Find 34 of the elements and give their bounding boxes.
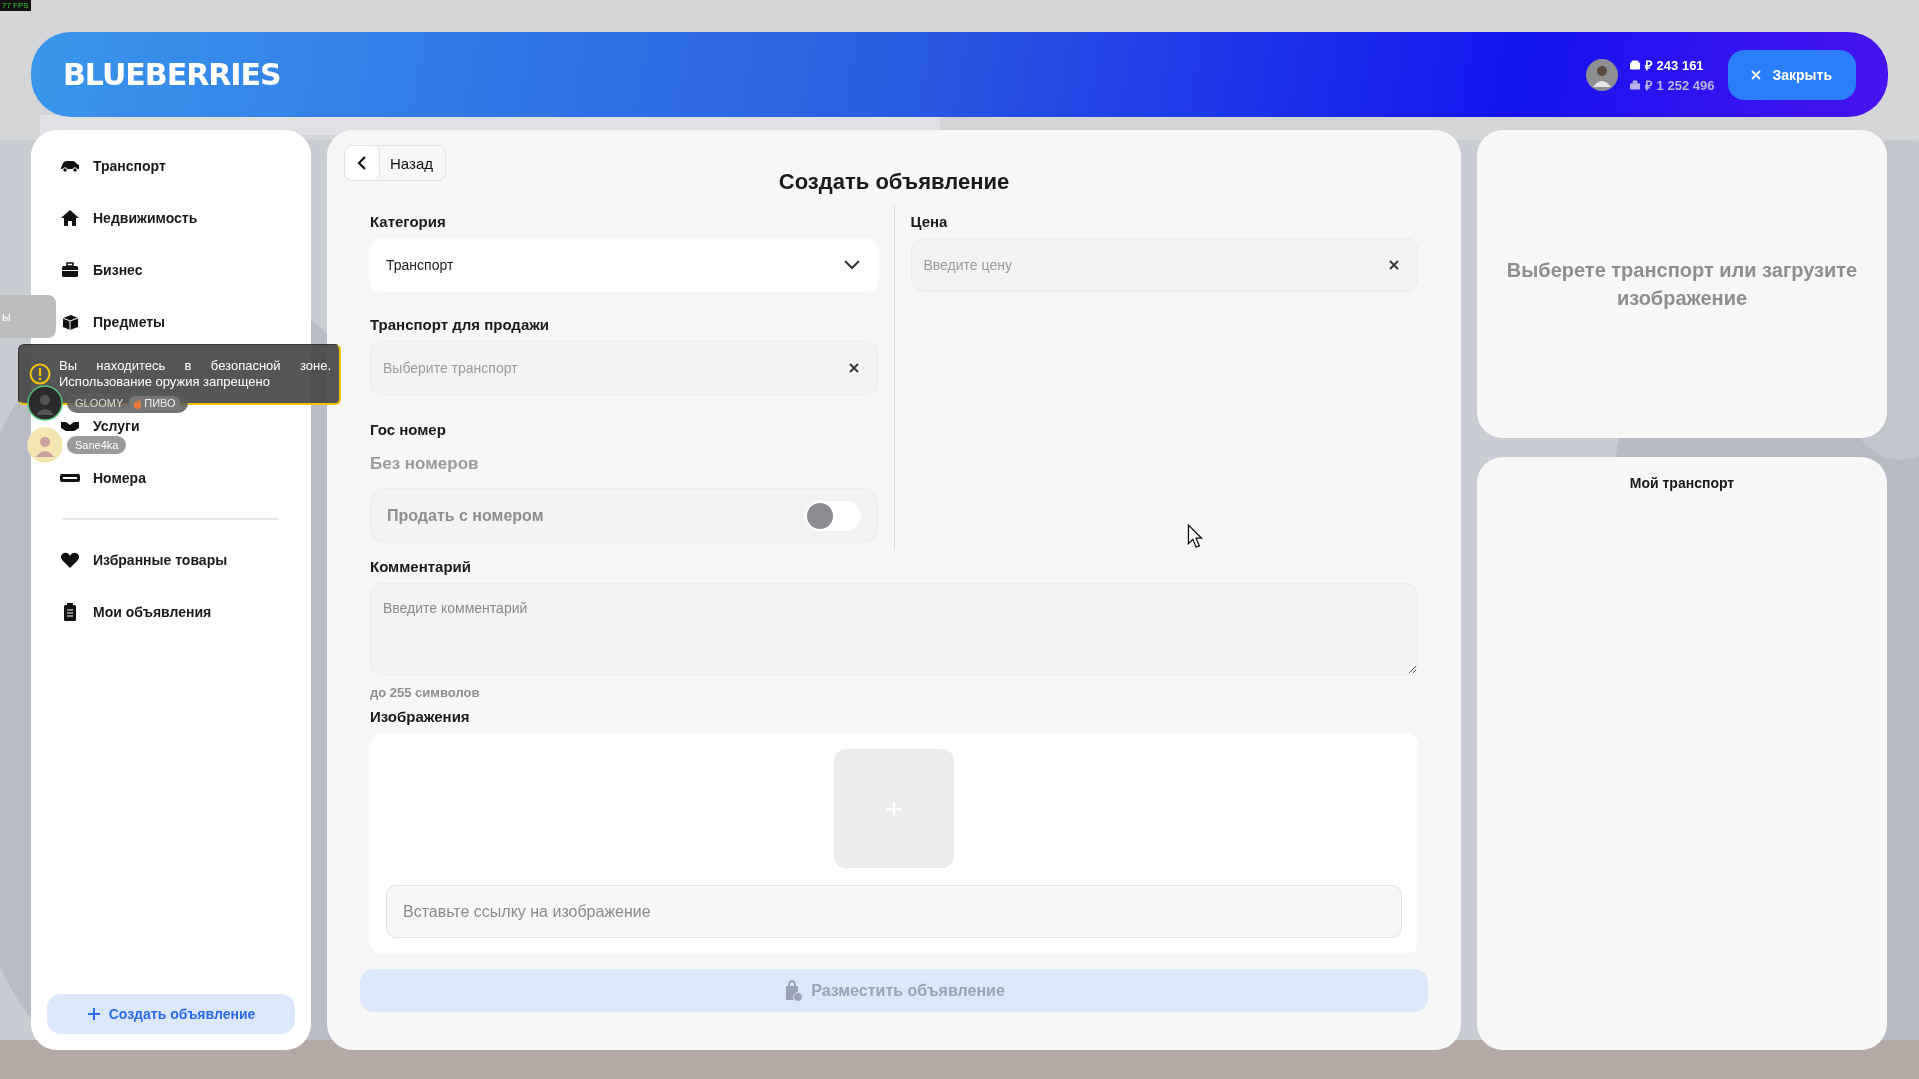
comment-field[interactable]: Введите комментарий <box>370 583 1418 675</box>
field-label: Категория <box>370 213 447 230</box>
clan-tag: ПИВО <box>129 396 180 410</box>
fps-counter: 77 FPS <box>0 0 31 11</box>
sidebar-item[interactable]: Недвижимость <box>47 192 204 244</box>
back-button[interactable]: Назад <box>344 145 446 181</box>
field-label: Цена <box>910 213 949 230</box>
image-link-field[interactable]: Вставьте ссылку на изображение <box>386 885 1402 938</box>
plate-value: Без номеров <box>370 454 480 474</box>
vehicle-field[interactable]: Выберите транспорт <box>370 341 878 395</box>
logo: BLUEBERRIES <box>63 57 281 92</box>
sidebar-item[interactable]: Номера <box>47 452 152 504</box>
cash-balance: ₽ 243 161 <box>1645 56 1704 74</box>
sidebar-item[interactable]: Бизнес <box>47 244 149 296</box>
sidebar-item[interactable]: Избранные товары <box>47 534 234 586</box>
field-label: Гос номер <box>370 421 447 438</box>
category-dropdown[interactable]: Транспорт <box>370 238 878 292</box>
notification-text: Вы находитесь в безопасной зоне. Использование оружия запрещено <box>59 358 331 390</box>
sidebar-item[interactable]: Мои объявления <box>47 586 218 638</box>
preview-placeholder-text: Выберете транспорт или загрузите изображение <box>1505 258 1859 311</box>
create-listing-button[interactable]: Создать объявление <box>47 994 295 1034</box>
price-field[interactable]: Введите цену <box>910 238 1418 292</box>
player-name: Sane4ka <box>75 439 119 451</box>
player-name: GLOOMY <box>75 397 124 409</box>
field-label: Транспорт для продажи <box>370 316 551 333</box>
sidebar-item[interactable]: Транспорт <box>47 140 172 192</box>
card-title: Мой транспорт <box>1629 475 1735 491</box>
toggle-label: Продать с номером <box>387 506 544 525</box>
field-label: Изображения <box>370 708 471 725</box>
character-limit-hint: до 255 символов <box>370 685 481 700</box>
close-button[interactable]: Закрыть <box>1728 49 1856 100</box>
field-label: Комментарий <box>370 558 472 575</box>
page-title: Создать объявление <box>777 169 1011 195</box>
bank-balance: ₽ 1 252 496 <box>1645 76 1715 94</box>
